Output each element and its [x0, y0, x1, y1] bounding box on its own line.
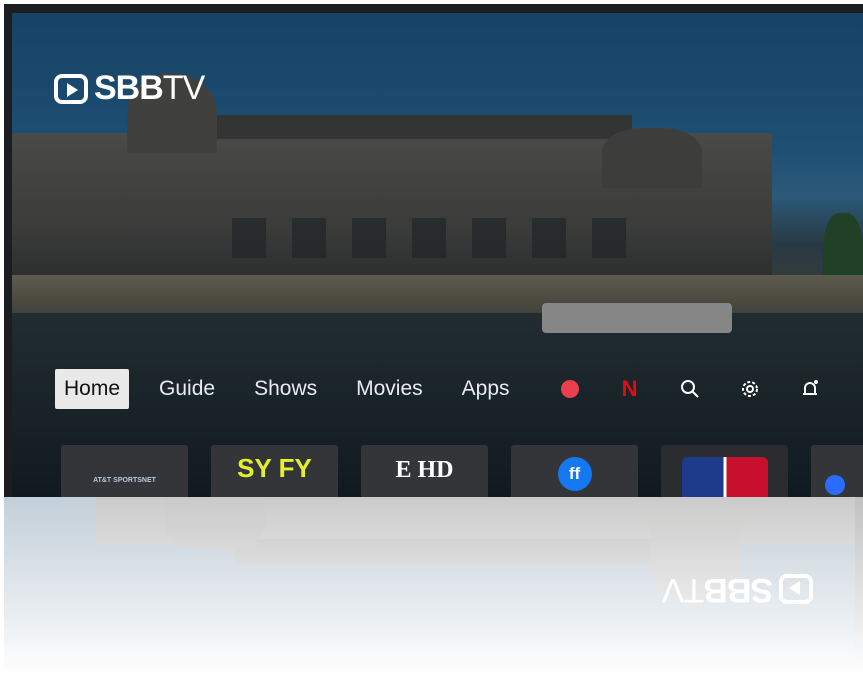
hero-background: SBBTV Home Guide Shows Movies Apps N AT&…	[12, 13, 863, 497]
nav-guide[interactable]: Guide	[150, 369, 224, 409]
tile-partial[interactable]	[811, 445, 863, 497]
netflix-icon[interactable]: N	[618, 376, 642, 401]
tile-freeform[interactable]: ff	[511, 445, 638, 497]
sbbtv-logo: SBBTV	[54, 69, 205, 108]
play-icon	[54, 73, 88, 104]
search-icon[interactable]	[678, 377, 702, 401]
app-logo-icon	[824, 475, 845, 495]
tv-frame: SBBTV Home Guide Shows Movies Apps N AT&…	[4, 4, 863, 497]
mlb-logo-icon	[681, 457, 768, 497]
notifications-icon[interactable]	[798, 377, 822, 401]
tile-mlb[interactable]	[661, 445, 788, 497]
tile-att-sportsnet[interactable]: AT&T SPORTSNET	[61, 445, 188, 497]
record-icon[interactable]	[558, 377, 582, 401]
settings-icon[interactable]	[738, 377, 762, 401]
tile-e-hd[interactable]: E HD	[361, 445, 488, 497]
app-tiles-row: AT&T SPORTSNET SY FY E HD ff	[61, 445, 863, 497]
tv-reflection: SBBTV Home Guide Shows Movies Apps N AT&…	[4, 497, 863, 674]
nav-movies[interactable]: Movies	[347, 369, 432, 409]
nav-apps[interactable]: Apps	[453, 369, 519, 409]
main-nav: Home Guide Shows Movies Apps N	[55, 367, 840, 411]
nav-home[interactable]: Home	[55, 369, 130, 409]
nav-shows[interactable]: Shows	[245, 369, 326, 409]
tile-syfy[interactable]: SY FY	[211, 445, 338, 497]
